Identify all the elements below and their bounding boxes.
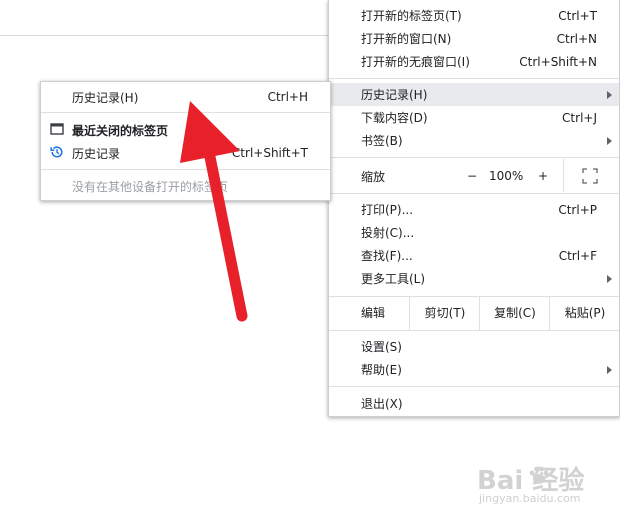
arrow-shaft (203, 146, 248, 322)
paw-logo-icon (529, 466, 549, 484)
baidu-jingyan-watermark: Bai 经验 jingyan.baidu.com (475, 460, 615, 510)
arrow-head (180, 101, 240, 163)
red-arrow-annotation (180, 101, 248, 322)
watermark-url: jingyan.baidu.com (479, 492, 581, 505)
